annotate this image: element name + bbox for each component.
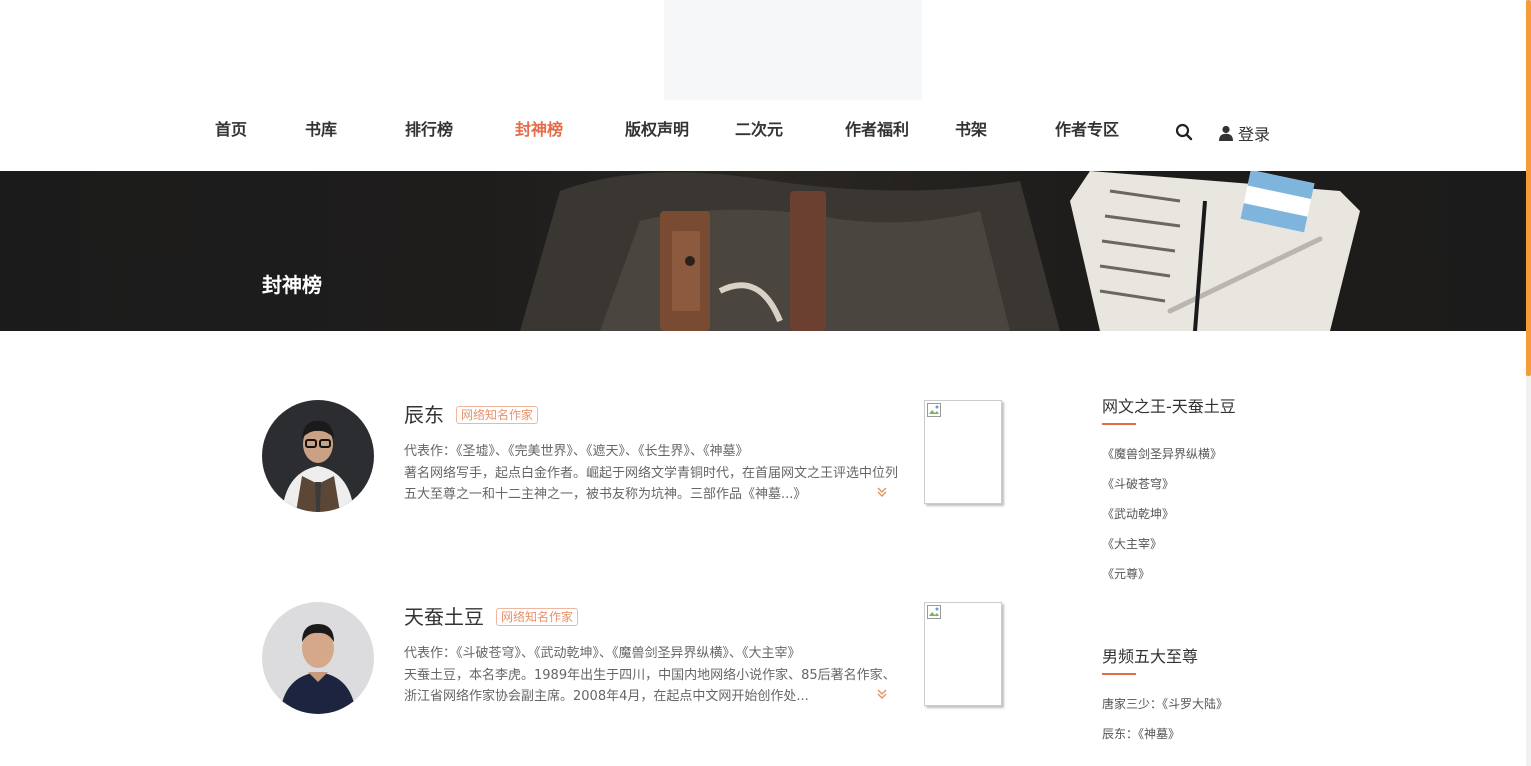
- author-card: 辰东 网络知名作家 代表作：《圣墟》、《完美世界》、《遮天》、《长生界》、《神墓…: [262, 400, 1002, 514]
- sidebar-book-link[interactable]: 《斗破苍穹》: [1102, 469, 1342, 499]
- sidebar-author-link[interactable]: 唐家三少：《斗罗大陆》: [1102, 689, 1342, 719]
- book-cover[interactable]: [924, 602, 1002, 706]
- nav-item-ranking[interactable]: 排行榜: [405, 118, 453, 142]
- author-name[interactable]: 天蚕土豆: [404, 604, 484, 630]
- book-cover[interactable]: [924, 400, 1002, 504]
- sidebar-book-link[interactable]: 《元尊》: [1102, 559, 1342, 589]
- sidebar-book-link[interactable]: 《大主宰》: [1102, 529, 1342, 559]
- sidebar-book-list: 《魔兽剑圣异界纵横》 《斗破苍穹》 《武动乾坤》 《大主宰》 《元尊》: [1102, 439, 1342, 589]
- chevron-down-icon[interactable]: [876, 688, 888, 700]
- sidebar-section-wenwang: 网文之王-天蚕土豆 《魔兽剑圣异界纵横》 《斗破苍穹》 《武动乾坤》 《大主宰》…: [1102, 396, 1342, 589]
- nav-item-fengshen[interactable]: 封神榜: [515, 118, 563, 142]
- chevron-down-icon[interactable]: [876, 486, 888, 498]
- sidebar-section-title: 男频五大至尊: [1102, 647, 1199, 666]
- sidebar-author-list: 唐家三少：《斗罗大陆》 辰东：《神墓》: [1102, 689, 1342, 749]
- author-description: 天蚕土豆，本名李虎。1989年出生于四川，中国内地网络小说作家、85后著名作家、…: [404, 668, 896, 704]
- nav-item-library[interactable]: 书库: [305, 118, 337, 142]
- main-nav: 首页 书库 排行榜 封神榜 版权声明 二次元 作者福利 书架 作者专区: [0, 118, 1531, 146]
- author-avatar[interactable]: [262, 602, 374, 714]
- page-title: 封神榜: [262, 273, 322, 297]
- author-avatar[interactable]: [262, 400, 374, 512]
- login-link[interactable]: 登录: [1218, 122, 1270, 144]
- sidebar-section-title: 网文之王-天蚕土豆: [1102, 397, 1236, 416]
- page-banner: 封神榜: [0, 171, 1526, 331]
- search-icon[interactable]: [1174, 122, 1194, 142]
- nav-item-acg[interactable]: 二次元: [735, 118, 783, 142]
- sidebar-author-link[interactable]: 辰东：《神墓》: [1102, 719, 1342, 749]
- nav-item-author-benefits[interactable]: 作者福利: [845, 118, 909, 142]
- user-icon: [1219, 125, 1233, 141]
- scroll-thumb[interactable]: [1526, 0, 1531, 376]
- author-card: 天蚕土豆 网络知名作家 代表作：《斗破苍穹》、《武动乾坤》、《魔兽剑圣异界纵横》…: [262, 602, 1002, 716]
- nav-item-home[interactable]: 首页: [215, 118, 247, 142]
- sidebar-section-five-supreme: 男频五大至尊 唐家三少：《斗罗大陆》 辰东：《神墓》: [1102, 646, 1342, 749]
- sidebar-book-link[interactable]: 《武动乾坤》: [1102, 499, 1342, 529]
- scrollbar[interactable]: [1526, 0, 1531, 766]
- author-name[interactable]: 辰东: [404, 402, 444, 428]
- author-description: 著名网络写手，起点白金作者。崛起于网络文学青铜时代，在首届网文之王评选中位列五大…: [404, 466, 899, 502]
- page: 首页 书库 排行榜 封神榜 版权声明 二次元 作者福利 书架 作者专区 登录 封…: [0, 0, 1531, 766]
- broken-image-icon: [927, 605, 941, 619]
- author-works: 代表作：《圣墟》、《完美世界》、《遮天》、《长生界》、《神墓》: [404, 444, 749, 459]
- author-works: 代表作：《斗破苍穹》、《武动乾坤》、《魔兽剑圣异界纵横》、《大主宰》: [404, 646, 801, 661]
- title-underline: [1102, 423, 1136, 425]
- login-label: 登录: [1238, 125, 1271, 144]
- sidebar-book-link[interactable]: 《魔兽剑圣异界纵横》: [1102, 439, 1342, 469]
- author-badge: 网络知名作家: [496, 608, 579, 626]
- nav-item-bookshelf[interactable]: 书架: [955, 118, 987, 142]
- title-underline: [1102, 673, 1136, 675]
- broken-image-icon: [927, 403, 941, 417]
- nav-item-copyright[interactable]: 版权声明: [625, 118, 689, 142]
- banner-image: [0, 171, 1526, 331]
- author-badge: 网络知名作家: [456, 406, 539, 424]
- nav-item-author-zone[interactable]: 作者专区: [1055, 118, 1119, 142]
- logo-placeholder[interactable]: [664, 0, 922, 100]
